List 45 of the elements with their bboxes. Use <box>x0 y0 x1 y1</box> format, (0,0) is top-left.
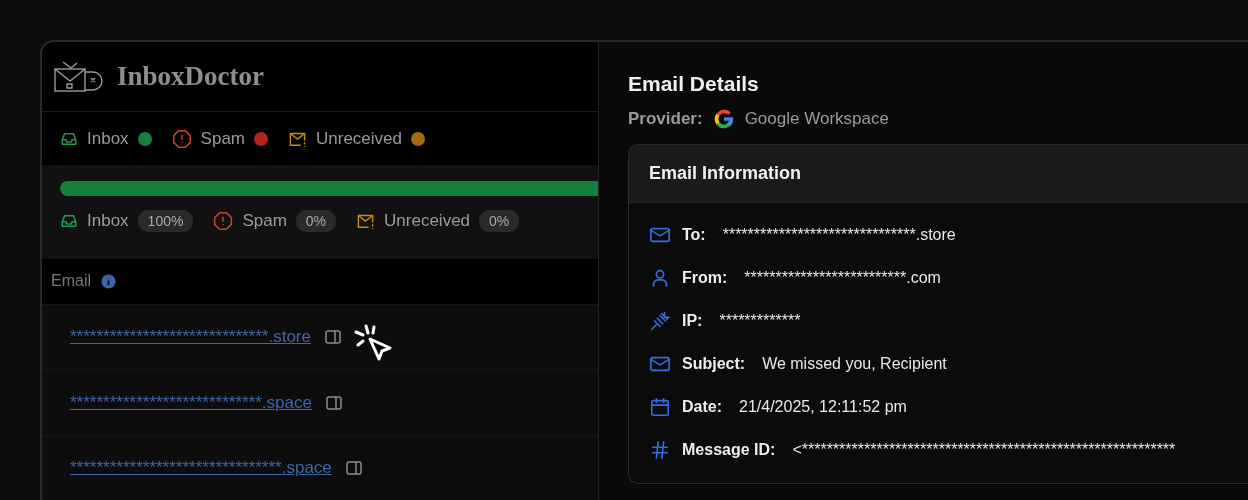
percentage-badge: 0% <box>295 210 337 233</box>
plug-icon <box>649 309 671 332</box>
side-panel-icon[interactable] <box>325 330 341 345</box>
field-value: <************************************************************ <box>792 440 1176 459</box>
alert-octagon-icon <box>171 128 192 149</box>
field-label: Date: <box>682 397 722 416</box>
field-label: From: <box>682 268 728 287</box>
legend-label: Unreceived <box>316 128 402 149</box>
provider-name: Google Workspace <box>744 109 889 129</box>
table-row[interactable]: ********************************.space <box>42 434 598 500</box>
summary-label: Inbox <box>87 211 129 232</box>
summary-label: Spam <box>242 211 287 232</box>
column-header: Email <box>51 272 91 291</box>
field-label: Subject: <box>682 354 746 373</box>
field-value: We missed you, Recipient <box>762 354 947 373</box>
hash-icon <box>649 438 671 461</box>
field-value: 21/4/2025, 12:11:52 pm <box>739 397 907 416</box>
email-link[interactable]: ********************************.space <box>70 457 332 478</box>
table-row[interactable]: *****************************.space <box>42 369 598 435</box>
email-link[interactable]: ******************************.store <box>70 327 311 348</box>
percentage-badge: 100% <box>137 210 194 233</box>
info-icon[interactable] <box>101 273 116 289</box>
legend-label: Inbox <box>87 128 129 149</box>
table-row[interactable]: ******************************.store <box>42 304 598 370</box>
percentage-badge: 0% <box>479 210 520 233</box>
legend-label: Spam <box>200 128 245 149</box>
field-value: *******************************.store <box>722 225 956 244</box>
calendar-icon <box>649 395 671 418</box>
alert-octagon-icon <box>213 211 234 232</box>
provider-label: Provider: <box>628 109 703 129</box>
panel-title: Email Details <box>628 72 760 96</box>
mail-alert-icon <box>356 212 376 231</box>
email-link[interactable]: *****************************.space <box>70 392 312 413</box>
field-label: To: <box>682 225 706 244</box>
card-title: Email Information <box>629 145 1248 203</box>
field-value: **************************.com <box>744 268 941 287</box>
field-label: Message ID: <box>682 440 776 459</box>
side-panel-icon[interactable] <box>345 460 362 475</box>
google-logo-icon <box>712 108 735 130</box>
envelope-logo-icon <box>53 59 103 94</box>
field-label: IP: <box>682 311 703 330</box>
side-panel-icon[interactable] <box>325 395 342 410</box>
summary-label: Unreceived <box>384 211 471 232</box>
field-value: ************* <box>719 311 801 330</box>
app-name: InboxDoctor <box>117 61 264 93</box>
